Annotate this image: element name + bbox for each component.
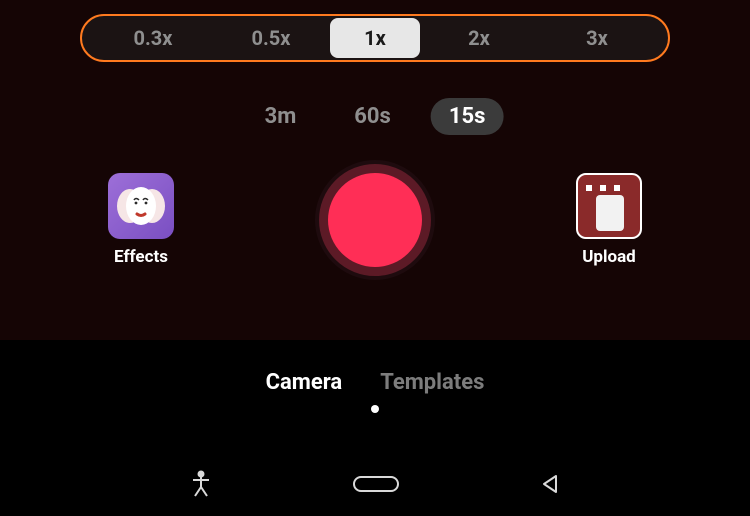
system-nav-bar [0, 470, 750, 502]
upload-thumbnail [576, 173, 642, 239]
speed-option-3x[interactable]: 3x [538, 18, 656, 58]
home-pill-icon[interactable] [352, 475, 400, 497]
effects-label: Effects [114, 247, 168, 267]
bottom-bar: Camera Templates [0, 340, 750, 516]
tab-camera[interactable]: Camera [266, 370, 343, 395]
effects-button[interactable]: Effects [108, 173, 174, 267]
record-button-inner [328, 173, 422, 267]
speed-option-2x[interactable]: 2x [420, 18, 538, 58]
mode-tabs: Camera Templates [0, 340, 750, 395]
speed-option-0-3x[interactable]: 0.3x [94, 18, 212, 58]
duration-selector: 3m 60s 15s [247, 98, 504, 135]
record-controls: Effects Upload [0, 160, 750, 280]
speed-option-0-5x[interactable]: 0.5x [212, 18, 330, 58]
camera-viewfinder: 0.3x 0.5x 1x 2x 3x 3m 60s 15s [0, 0, 750, 340]
mode-indicator-dot [371, 405, 379, 413]
upload-label: Upload [582, 247, 636, 267]
duration-option-15s[interactable]: 15s [431, 98, 504, 135]
record-button[interactable] [315, 160, 435, 280]
upload-button[interactable]: Upload [576, 173, 642, 267]
effects-icon [108, 173, 174, 239]
back-triangle-icon[interactable] [539, 473, 561, 499]
duration-option-3m[interactable]: 3m [247, 98, 315, 135]
accessibility-icon[interactable] [189, 470, 213, 502]
speed-option-1x[interactable]: 1x [330, 18, 420, 58]
speed-selector: 0.3x 0.5x 1x 2x 3x [80, 14, 670, 62]
tab-templates[interactable]: Templates [380, 370, 484, 395]
duration-option-60s[interactable]: 60s [336, 98, 409, 135]
